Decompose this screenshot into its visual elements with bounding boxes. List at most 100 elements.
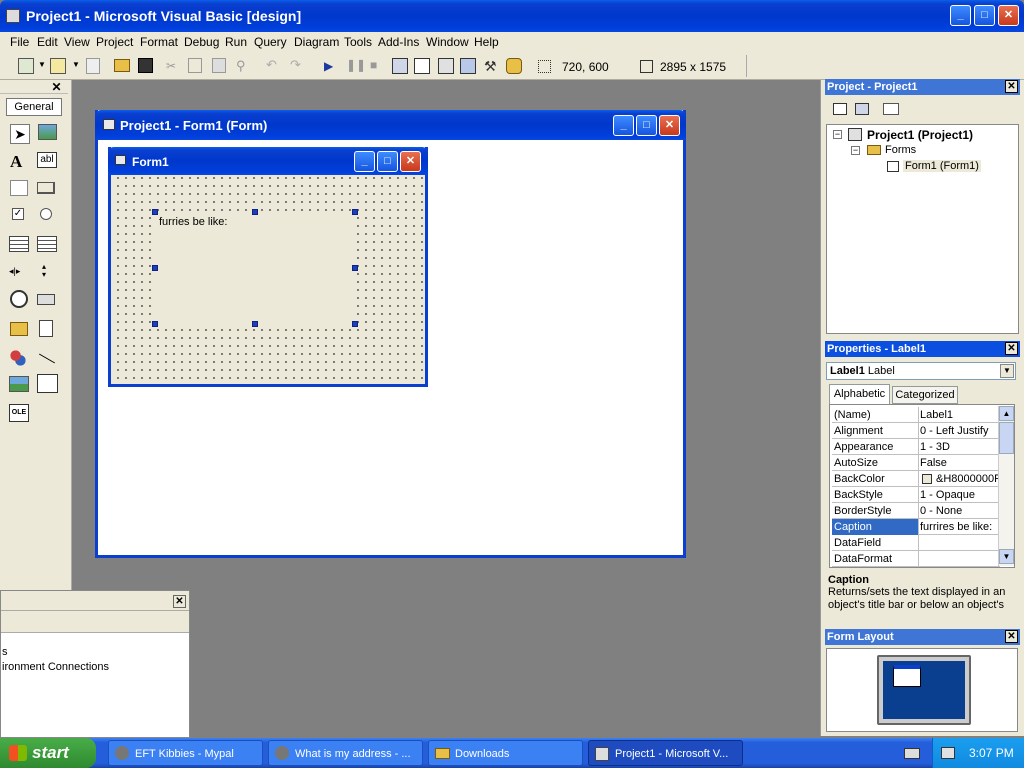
form-window-close-button[interactable]: ✕: [659, 115, 680, 136]
menu-diagram[interactable]: Diagram: [294, 35, 339, 49]
shape-tool-icon[interactable]: [10, 350, 26, 366]
add-form-icon[interactable]: [50, 58, 66, 74]
main-title-bar[interactable]: Project1 - Microsoft Visual Basic [desig…: [0, 0, 1024, 32]
tree-collapse-icon[interactable]: −: [833, 130, 842, 139]
save-icon[interactable]: [138, 58, 153, 73]
menu-view[interactable]: View: [64, 35, 90, 49]
dropdown-arrow-icon[interactable]: ▼: [38, 60, 46, 69]
cut-icon[interactable]: ✂: [166, 59, 176, 73]
find-icon[interactable]: ⚲: [236, 58, 246, 74]
property-row-autosize[interactable]: AutoSize False: [832, 455, 1000, 471]
taskbar-item-project1-vb[interactable]: Project1 - Microsoft V...: [588, 740, 743, 766]
tab-alphabetic[interactable]: Alphabetic: [829, 384, 890, 404]
form-window-maximize-button[interactable]: □: [636, 115, 657, 136]
redo-icon[interactable]: ↷: [290, 57, 301, 73]
menu-run[interactable]: Run: [225, 35, 247, 49]
properties-window-icon[interactable]: [414, 58, 430, 74]
project-pane-close-button[interactable]: ✕: [1005, 80, 1018, 93]
taskbar-item-downloads[interactable]: Downloads: [428, 740, 583, 766]
vscrollbar-tool-icon[interactable]: ▴ ▾: [42, 263, 52, 279]
break-icon[interactable]: ❚❚: [346, 58, 366, 72]
timer-tool-icon[interactable]: [10, 290, 28, 308]
resize-handle[interactable]: [152, 265, 158, 271]
start-icon[interactable]: ▶: [324, 59, 333, 73]
minimize-button[interactable]: _: [950, 5, 971, 26]
immediate-panel-close-button[interactable]: ✕: [173, 595, 186, 608]
network-tray-icon[interactable]: [941, 747, 955, 759]
project-pane-title[interactable]: Project - Project1 ✕: [825, 79, 1020, 95]
undo-icon[interactable]: ↶: [266, 57, 277, 73]
resize-handle[interactable]: [352, 209, 358, 215]
form-position-preview[interactable]: [893, 665, 921, 687]
menu-edit[interactable]: Edit: [37, 35, 58, 49]
property-row-name[interactable]: (Name) Label1: [832, 407, 1000, 423]
checkbox-tool-icon[interactable]: ✓: [12, 208, 24, 220]
menu-editor-icon[interactable]: [86, 58, 100, 74]
form-window-minimize-button[interactable]: _: [613, 115, 634, 136]
picturebox-tool-icon[interactable]: [38, 124, 57, 140]
clock[interactable]: 3:07 PM: [969, 746, 1014, 760]
label1-control[interactable]: furries be like:: [154, 211, 354, 323]
data-tool-icon[interactable]: [37, 374, 58, 393]
form-layout-pane-title[interactable]: Form Layout ✕: [825, 629, 1020, 645]
combobox-tool-icon[interactable]: [9, 236, 29, 252]
line-tool-icon[interactable]: [38, 353, 56, 364]
property-row-dataformat[interactable]: DataFormat: [832, 551, 1000, 567]
property-row-borderstyle[interactable]: BorderStyle 0 - None: [832, 503, 1000, 519]
properties-pane-title[interactable]: Properties - Label1 ✕: [825, 341, 1020, 357]
end-icon[interactable]: ■: [370, 58, 377, 72]
pointer-tool-icon[interactable]: ➤: [10, 124, 30, 144]
form-layout-close-button[interactable]: ✕: [1005, 630, 1018, 643]
tree-item-forms[interactable]: Forms: [885, 144, 916, 156]
scroll-thumb[interactable]: [999, 422, 1014, 454]
property-row-alignment[interactable]: Alignment 0 - Left Justify: [832, 423, 1000, 439]
form1-maximize-button[interactable]: □: [377, 151, 398, 172]
dirlistbox-tool-icon[interactable]: [10, 322, 28, 336]
properties-pane-close-button[interactable]: ✕: [1005, 342, 1018, 355]
textbox-tool-icon[interactable]: abl: [37, 152, 57, 168]
resize-handle[interactable]: [252, 209, 258, 215]
dropdown-arrow-icon[interactable]: ▼: [72, 60, 80, 69]
form-layout-icon[interactable]: [438, 58, 454, 74]
toggle-folders-icon[interactable]: [883, 103, 899, 115]
hscrollbar-tool-icon[interactable]: ◂|▸: [9, 266, 20, 277]
label-tool-icon[interactable]: A: [10, 152, 22, 172]
view-code-icon[interactable]: [833, 103, 847, 115]
keyboard-tray-icon[interactable]: [904, 748, 920, 759]
property-row-appearance[interactable]: Appearance 1 - 3D: [832, 439, 1000, 455]
menu-file[interactable]: File: [10, 35, 29, 49]
resize-handle[interactable]: [352, 265, 358, 271]
scroll-up-icon[interactable]: ▲: [999, 406, 1014, 421]
menu-help[interactable]: Help: [474, 35, 499, 49]
tree-item-form1[interactable]: Form1 (Form1): [903, 160, 981, 172]
resize-handle[interactable]: [152, 209, 158, 215]
properties-scrollbar[interactable]: ▲ ▼: [998, 406, 1014, 566]
tree-item-project1[interactable]: Project1 (Project1): [867, 128, 973, 142]
menu-tools[interactable]: Tools: [344, 35, 372, 49]
menu-debug[interactable]: Debug: [184, 35, 219, 49]
list-item[interactable]: s: [2, 646, 8, 658]
ole-tool-icon[interactable]: OLE: [9, 404, 29, 422]
toolbox-icon[interactable]: ⚒: [484, 58, 497, 75]
listbox-tool-icon[interactable]: [37, 236, 57, 252]
scroll-down-icon[interactable]: ▼: [999, 549, 1014, 564]
toolbox-tab-general[interactable]: General: [6, 98, 62, 116]
toolbox-close-button[interactable]: ✕: [50, 81, 63, 94]
optionbutton-tool-icon[interactable]: [40, 208, 52, 220]
view-object-icon[interactable]: [855, 103, 869, 115]
property-row-datafield[interactable]: DataField: [832, 535, 1000, 551]
project-explorer-icon[interactable]: [392, 58, 408, 74]
form1-designer[interactable]: Form1 _ □ ✕ furries be like:: [108, 147, 428, 387]
form1-title-bar[interactable]: Form1 _ □ ✕: [108, 147, 428, 175]
resize-handle[interactable]: [252, 321, 258, 327]
start-button[interactable]: start: [0, 738, 96, 768]
menu-add-ins[interactable]: Add-Ins: [378, 35, 419, 49]
data-view-icon[interactable]: [506, 58, 522, 74]
form1-minimize-button[interactable]: _: [354, 151, 375, 172]
menu-window[interactable]: Window: [426, 35, 469, 49]
drivelistbox-tool-icon[interactable]: [37, 294, 55, 305]
taskbar-item-eft-kibbies[interactable]: EFT Kibbies - Mypal: [108, 740, 263, 766]
resize-handle[interactable]: [352, 321, 358, 327]
copy-icon[interactable]: [188, 58, 202, 73]
tab-categorized[interactable]: Categorized: [892, 386, 958, 404]
